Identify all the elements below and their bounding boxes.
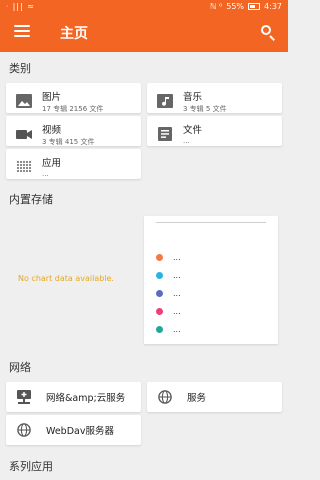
legend-item: ... (156, 253, 181, 262)
category-documents[interactable]: 文件 ... (147, 116, 282, 146)
network-item-name: 服务 (187, 393, 207, 404)
legend-label: ... (173, 271, 181, 280)
divider (156, 222, 266, 223)
clock: 4:37 (264, 2, 282, 11)
category-name: 视频 (42, 125, 62, 136)
legend-dot (156, 308, 163, 315)
globe-icon (158, 390, 172, 404)
status-icons: ℕ ⁰ (210, 2, 223, 11)
network-heading: 网络 (9, 361, 31, 374)
chart-empty-message: No chart data available. (18, 274, 114, 283)
storage-legend-card: ... ... ... ... ... (144, 216, 278, 344)
network-computer-icon (17, 390, 31, 404)
category-name: 文件 (183, 125, 203, 136)
battery-icon (248, 3, 261, 10)
legend-label: ... (173, 307, 181, 316)
network-services[interactable]: 服务 (147, 382, 282, 412)
legend-item: ... (156, 307, 181, 316)
category-videos[interactable]: 视频 3 专辑 415 文件 (6, 116, 141, 146)
network-item-name: 网络&amp;云服务 (46, 393, 126, 404)
legend-label: ... (173, 253, 181, 262)
status-right: ℕ ⁰ 55% 4:37 (210, 2, 282, 11)
legend-label: ... (173, 325, 181, 334)
category-count: ... (183, 137, 190, 145)
document-icon (158, 127, 172, 141)
series-apps-heading: 系列应用 (9, 460, 53, 473)
category-name: 音乐 (183, 92, 203, 103)
legend-item: ... (156, 271, 181, 280)
signal-indicators: ᐧ ||| ≈ (6, 2, 35, 11)
globe-icon (17, 423, 31, 437)
search-icon[interactable] (261, 25, 275, 41)
legend-item: ... (156, 325, 181, 334)
menu-icon[interactable] (14, 25, 30, 39)
category-count: 3 专辑 415 文件 (42, 138, 95, 146)
category-count: 17 专辑 2156 文件 (42, 105, 104, 113)
category-count: 3 专辑 5 文件 (183, 105, 227, 113)
legend-dot (156, 290, 163, 297)
app-bar: 主页 (0, 14, 288, 52)
network-item-name: WebDav服务器 (46, 426, 114, 437)
battery-percent: 55% (226, 2, 245, 11)
legend-dot (156, 254, 163, 261)
legend-item: ... (156, 289, 181, 298)
category-name: 图片 (42, 92, 62, 103)
legend-dot (156, 326, 163, 333)
network-webdav[interactable]: WebDav服务器 (6, 415, 141, 445)
category-apps[interactable]: 应用 ... (6, 149, 141, 179)
category-pictures[interactable]: 图片 17 专辑 2156 文件 (6, 83, 141, 113)
category-music[interactable]: 音乐 3 专辑 5 文件 (147, 83, 282, 113)
categories-heading: 类别 (9, 62, 31, 75)
legend-label: ... (173, 289, 181, 298)
status-bar: ᐧ ||| ≈ ℕ ⁰ 55% 4:37 (0, 0, 288, 14)
storage-heading: 内置存储 (9, 193, 53, 206)
videocam-icon (16, 130, 32, 139)
apps-grid-icon (17, 161, 31, 172)
category-name: 应用 (42, 158, 62, 169)
image-icon (16, 94, 32, 108)
music-note-icon (157, 94, 173, 108)
category-count: ... (42, 170, 49, 178)
page-title: 主页 (60, 26, 88, 42)
legend-dot (156, 272, 163, 279)
network-cloud-services[interactable]: 网络&amp;云服务 (6, 382, 141, 412)
